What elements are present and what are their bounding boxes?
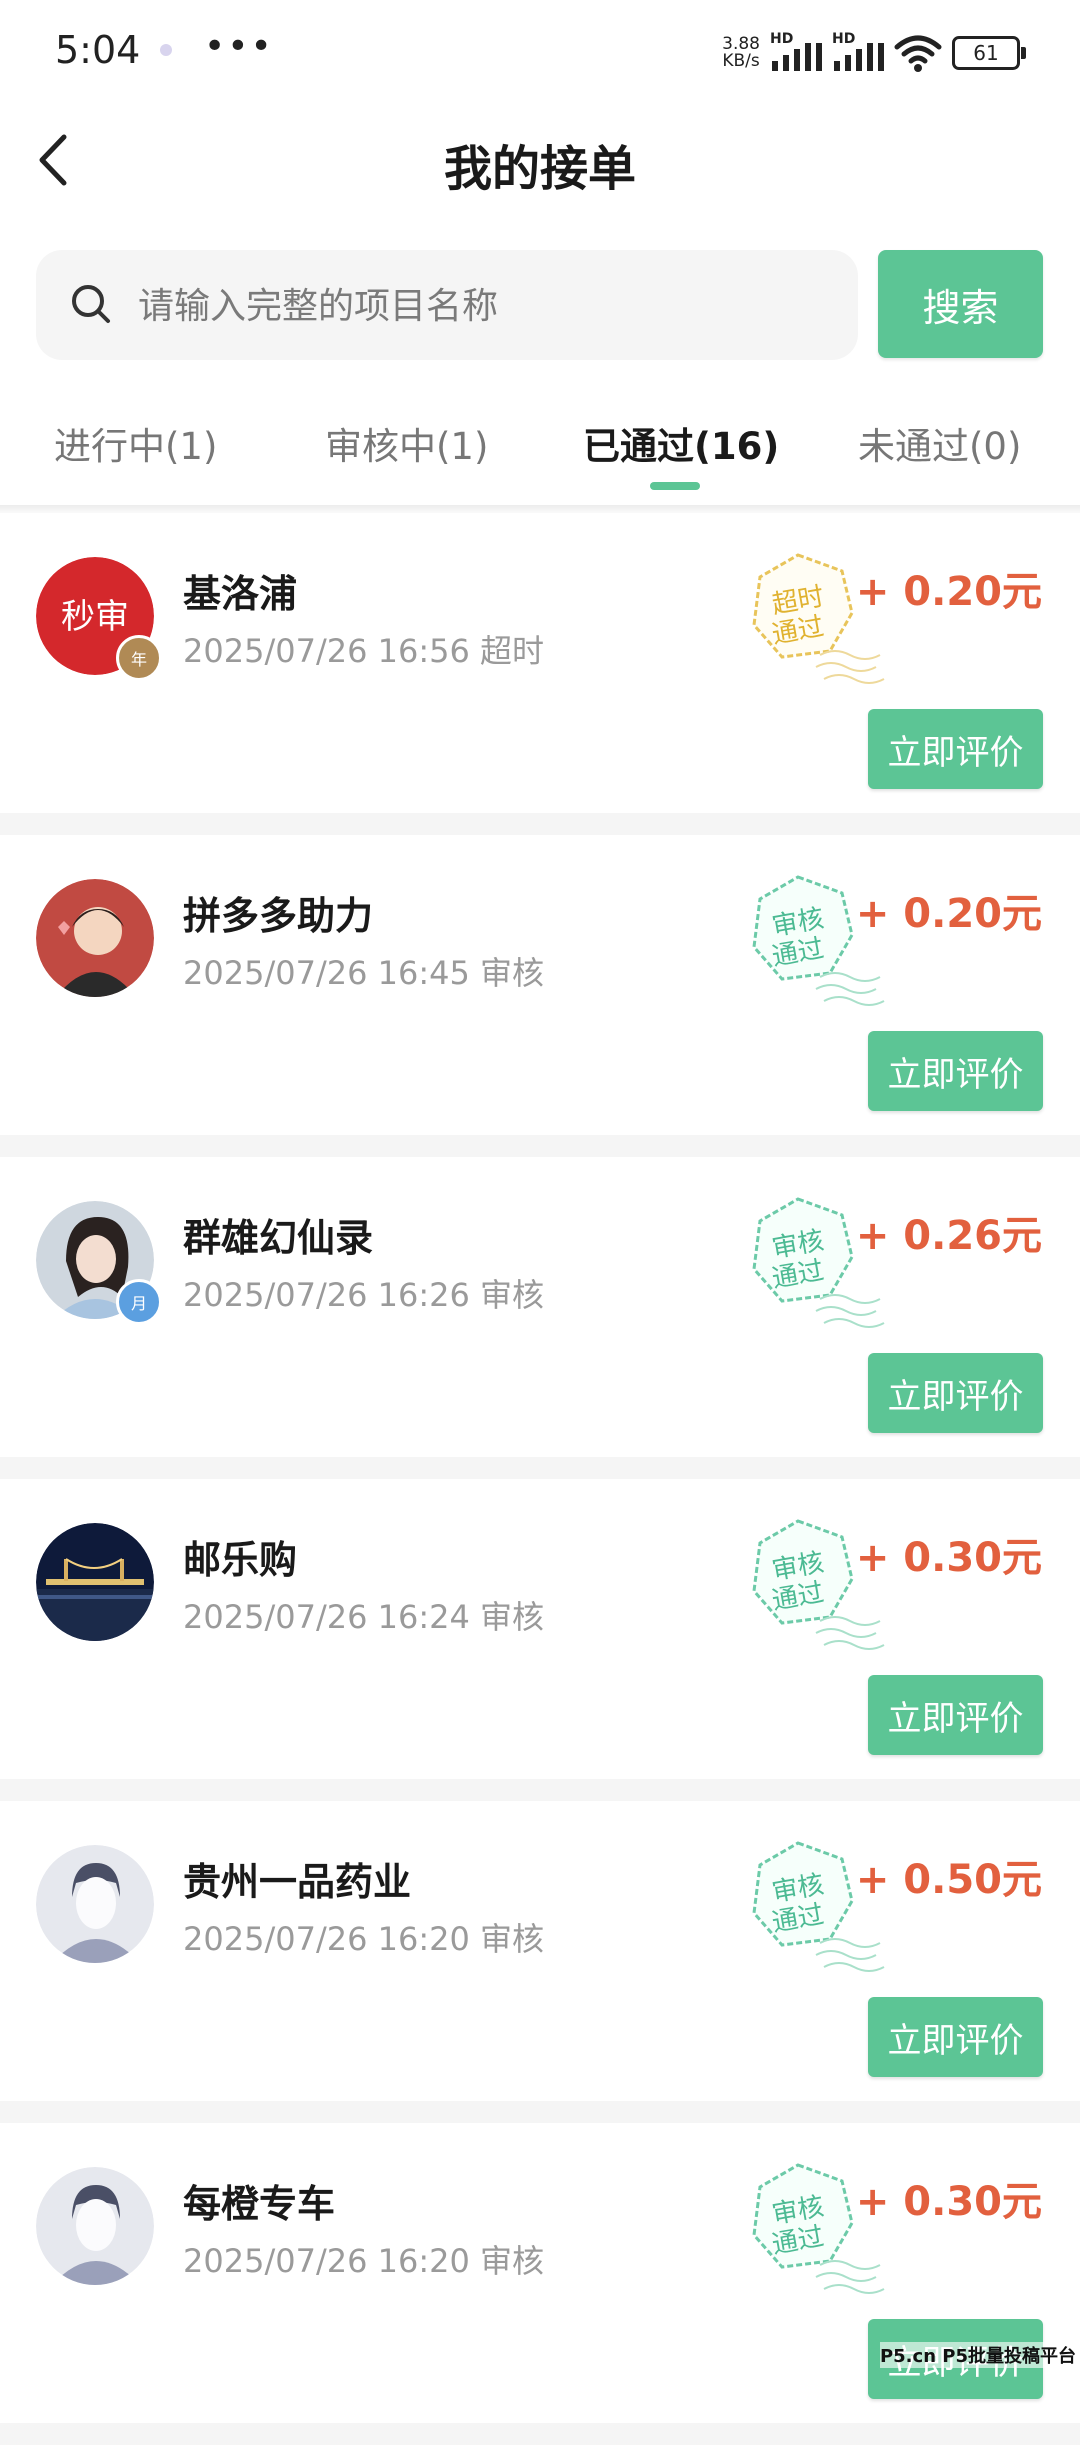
tab-rejected[interactable]: 未通过(0)	[858, 416, 1021, 470]
project-name: 基洛浦	[183, 572, 298, 616]
order-card: 拼多多助力 2025/07/26 16:45 审核 审核 通过 + 0.20元 …	[0, 835, 1080, 1157]
rate-now-button[interactable]: 立即评价	[868, 1031, 1043, 1111]
order-card: 秒审 年 基洛浦 2025/07/26 16:56 超时 超时 通过 + 0.2…	[0, 513, 1080, 835]
status-bar: 5:04 ••• 3.88 KB/s HD HD 61	[0, 0, 1080, 105]
svg-text:秒审: 秒审	[61, 597, 129, 637]
rate-now-button[interactable]: 立即评价	[868, 709, 1043, 789]
status-indicators: 3.88 KB/s HD HD 61	[722, 30, 1026, 76]
search-input[interactable]	[136, 250, 840, 362]
order-meta: 2025/07/26 16:56 超时	[183, 632, 545, 670]
reward-amount: + 0.50元	[855, 1857, 1042, 1903]
membership-badge-icon: 年	[116, 635, 162, 681]
cell-signal-icon: HD	[770, 31, 822, 75]
order-meta: 2025/07/26 16:26 审核	[183, 1276, 545, 1314]
rate-now-button[interactable]: 立即评价	[868, 1997, 1043, 2077]
wifi-icon	[894, 35, 942, 72]
order-card: 邮乐购 2025/07/26 16:24 审核 审核 通过 + 0.30元 立即…	[0, 1479, 1080, 1801]
avatar	[36, 2167, 154, 2285]
project-name: 贵州一品药业	[183, 1860, 412, 1904]
order-meta: 2025/07/26 16:20 审核	[183, 1920, 545, 1958]
active-tab-indicator	[650, 482, 700, 490]
reward-amount: + 0.20元	[855, 569, 1042, 615]
rate-now-button[interactable]: 立即评价	[868, 1353, 1043, 1433]
reward-amount: + 0.30元	[855, 1535, 1042, 1581]
rate-now-button[interactable]: 立即评价	[868, 1675, 1043, 1755]
project-name: 每橙专车	[183, 2182, 336, 2226]
reward-amount: + 0.30元	[855, 2179, 1042, 2225]
search-box	[36, 250, 858, 362]
order-meta: 2025/07/26 16:20 审核	[183, 2242, 545, 2280]
reward-amount: + 0.20元	[855, 891, 1042, 937]
order-list: 秒审 年 基洛浦 2025/07/26 16:56 超时 超时 通过 + 0.2…	[0, 513, 1080, 2445]
network-speed: 3.88 KB/s	[722, 34, 760, 71]
more-notifications-icon: •••	[204, 26, 274, 67]
battery-icon: 61	[952, 36, 1026, 70]
search-icon	[72, 285, 110, 323]
project-name: 邮乐购	[183, 1538, 298, 1582]
tab-approved[interactable]: 已通过(16)	[583, 416, 779, 470]
watermark: P5.cn P5批量投稿平台	[879, 2342, 1076, 2368]
avatar	[36, 879, 154, 997]
order-card: 月 群雄幻仙录 2025/07/26 16:26 审核 审核 通过 + 0.26…	[0, 1157, 1080, 1479]
search-button[interactable]: 搜索	[878, 250, 1043, 358]
status-time: 5:04	[55, 28, 141, 72]
status-tabs: 进行中(1) 审核中(1) 已通过(16) 未通过(0)	[0, 400, 1080, 510]
order-card: 贵州一品药业 2025/07/26 16:20 审核 审核 通过 + 0.50元…	[0, 1801, 1080, 2123]
notification-dot-icon	[160, 44, 172, 56]
divider	[0, 505, 1080, 513]
avatar	[36, 1523, 154, 1641]
app-header: 我的接单	[0, 105, 1080, 215]
membership-badge-icon: 月	[116, 1279, 162, 1325]
tab-in-progress[interactable]: 进行中(1)	[54, 416, 217, 470]
project-name: 拼多多助力	[183, 894, 374, 938]
tab-under-review[interactable]: 审核中(1)	[325, 416, 488, 470]
project-name: 群雄幻仙录	[183, 1216, 374, 1260]
order-meta: 2025/07/26 16:24 审核	[183, 1598, 545, 1636]
avatar	[36, 1845, 154, 1963]
order-meta: 2025/07/26 16:45 审核	[183, 954, 545, 992]
page-title: 我的接单	[443, 141, 636, 197]
reward-amount: + 0.26元	[855, 1213, 1042, 1259]
order-card: 每橙专车 2025/07/26 16:20 审核 审核 通过 + 0.30元 立…	[0, 2123, 1080, 2445]
cell-signal-icon: HD	[832, 31, 884, 75]
